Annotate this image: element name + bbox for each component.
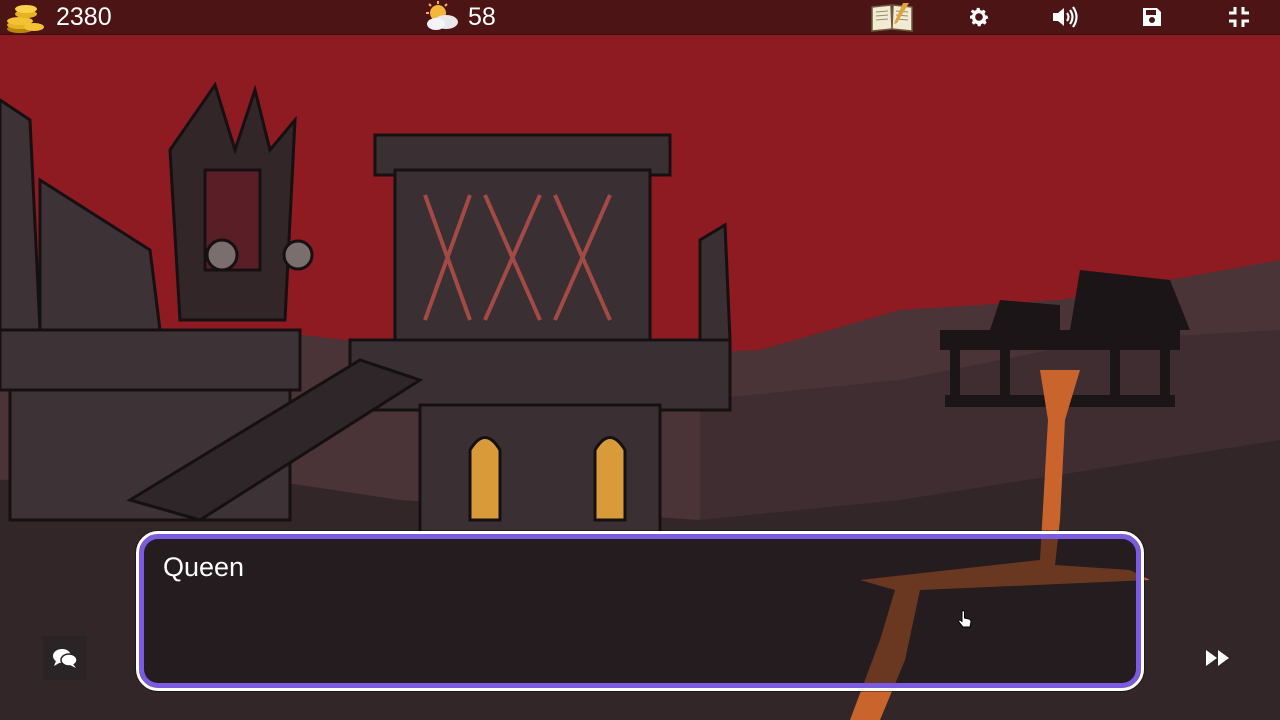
sun-cloud-icon (426, 1, 458, 30)
speaker-name: Queen (163, 552, 245, 582)
gold-amount: 2380 (56, 3, 112, 31)
floppy-disk-icon (1143, 8, 1161, 26)
dialogue-box[interactable]: Queen (136, 531, 1144, 691)
journal-book-icon (871, 3, 913, 32)
settings-button[interactable] (954, 0, 1004, 34)
speaker-volume-icon (1053, 6, 1078, 28)
hand-cursor-icon (958, 610, 972, 628)
collapse-fullscreen-icon (1229, 7, 1249, 27)
weather-indicator: 58 (422, 0, 496, 34)
weather-value: 58 (468, 3, 496, 31)
sound-button[interactable] (1040, 0, 1090, 34)
chat-bubbles-icon (53, 649, 78, 668)
dialogue-log-button[interactable] (43, 636, 87, 680)
save-button[interactable] (1127, 0, 1177, 34)
gear-icon (970, 7, 989, 27)
fullscreen-button[interactable] (1214, 0, 1264, 34)
top-hud-bar: 2380 58 (0, 0, 1280, 35)
fast-forward-icon (1206, 650, 1229, 666)
gold-counter: 2380 (6, 0, 112, 34)
skip-button[interactable] (1196, 636, 1240, 680)
journal-button[interactable] (866, 0, 918, 34)
coin-stack-icon (7, 5, 44, 33)
